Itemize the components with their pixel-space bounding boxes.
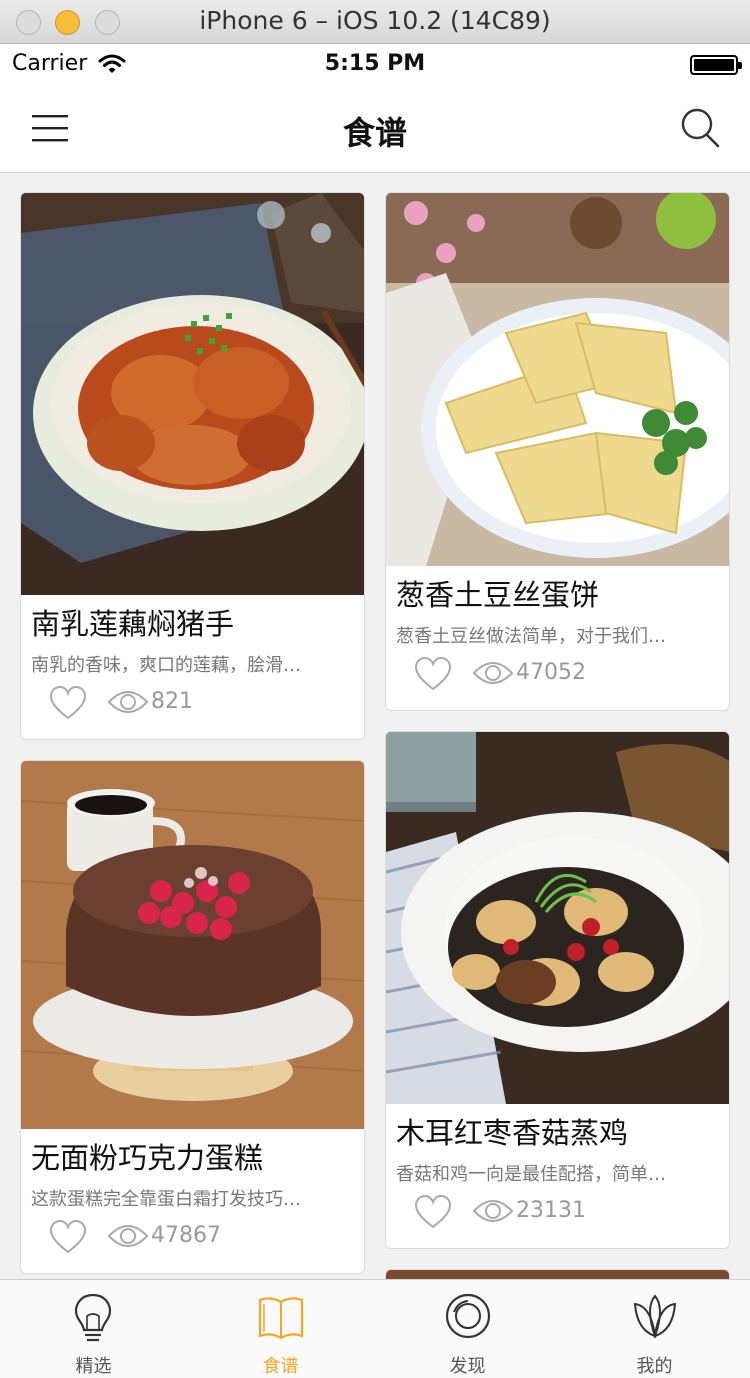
feed-column-left: 南乳莲藕焖猪手 南乳的香味，爽口的莲藕，脍滑… 821 无面粉巧克力蛋糕 这款蛋…: [20, 192, 365, 1280]
tab-label: 精选: [75, 1356, 112, 1377]
tab-label: 我的: [636, 1356, 673, 1377]
simulator-title: iPhone 6 – iOS 10.2 (14C89): [199, 6, 551, 35]
recipe-card[interactable]: 南乳莲藕焖猪手 南乳的香味，爽口的莲藕，脍滑… 821: [20, 192, 365, 740]
recipe-feed[interactable]: 南乳莲藕焖猪手 南乳的香味，爽口的莲藕，脍滑… 821 无面粉巧克力蛋糕 这款蛋…: [0, 174, 750, 1280]
leaf-flower-icon: [633, 1294, 677, 1339]
recipe-photo: [21, 761, 364, 1129]
recipe-title: 无面粉巧克力蛋糕: [31, 1141, 264, 1175]
heart-icon[interactable]: [49, 685, 87, 721]
recipe-description: 香菇和鸡一向是最佳配搭，简单…: [396, 1164, 666, 1184]
status-time: 5:15 PM: [324, 51, 426, 76]
simulator-titlebar: iPhone 6 – iOS 10.2 (14C89): [0, 0, 750, 44]
discover-circle-icon: [445, 1293, 491, 1339]
heart-icon[interactable]: [49, 1219, 87, 1255]
tab-discover[interactable]: 发现: [374, 1280, 561, 1378]
recipe-meta: 821: [21, 675, 364, 739]
status-bar: Carrier 5:15 PM: [0, 44, 750, 84]
heart-icon[interactable]: [414, 1194, 452, 1230]
tab-label: 食谱: [262, 1356, 299, 1377]
eye-icon: [107, 1225, 149, 1247]
navigation-bar: 食谱: [0, 84, 750, 173]
eye-icon: [472, 1200, 514, 1222]
recipe-photo: [21, 193, 364, 595]
feed-column-right: 葱香土豆丝蛋饼 葱香土豆丝做法简单，对于我们… 47052 木耳红枣香菇蒸鸡 香…: [385, 192, 730, 1280]
eye-icon: [107, 691, 149, 713]
lightbulb-icon: [74, 1293, 112, 1342]
heart-icon[interactable]: [414, 656, 452, 692]
eye-icon: [472, 662, 514, 684]
recipe-description: 这款蛋糕完全靠蛋白霜打发技巧…: [31, 1189, 301, 1209]
search-icon[interactable]: [680, 106, 720, 150]
recipe-description: 葱香土豆丝做法简单，对于我们…: [396, 626, 666, 646]
tab-recipes[interactable]: 食谱: [187, 1280, 374, 1378]
recipe-card[interactable]: 无面粉巧克力蛋糕 这款蛋糕完全靠蛋白霜打发技巧… 47867: [20, 760, 365, 1274]
recipe-photo: [386, 193, 729, 566]
recipe-meta: 47867: [21, 1209, 364, 1273]
tab-profile[interactable]: 我的: [561, 1280, 748, 1378]
page-title: 食谱: [342, 114, 407, 152]
view-count: 47052: [516, 660, 586, 685]
recipe-card[interactable]: 葱香土豆丝蛋饼 葱香土豆丝做法简单，对于我们… 47052: [385, 192, 730, 711]
open-book-icon: [258, 1297, 304, 1340]
recipe-title: 南乳莲藕焖猪手: [31, 607, 235, 641]
recipe-card[interactable]: 木耳红枣香菇蒸鸡 香菇和鸡一向是最佳配搭，简单… 23131: [385, 731, 730, 1249]
recipe-meta: 23131: [386, 1184, 729, 1248]
view-count: 47867: [151, 1223, 221, 1248]
tab-bar: 精选 食谱 发现 我的: [0, 1279, 750, 1378]
recipe-title: 木耳红枣香菇蒸鸡: [396, 1116, 629, 1150]
view-count: 23131: [516, 1198, 586, 1223]
tab-label: 发现: [449, 1356, 486, 1377]
battery-icon: [690, 55, 742, 75]
recipe-description: 南乳的香味，爽口的莲藕，脍滑…: [31, 655, 301, 675]
recipe-meta: 47052: [386, 646, 729, 710]
view-count: 821: [151, 689, 193, 714]
recipe-photo: [386, 732, 729, 1104]
recipe-title: 葱香土豆丝蛋饼: [396, 578, 600, 612]
tab-featured[interactable]: 精选: [0, 1280, 187, 1378]
